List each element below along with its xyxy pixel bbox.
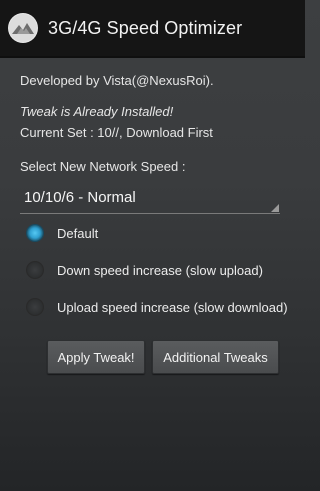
network-speed-prompt: Select New Network Speed :	[20, 159, 186, 174]
apply-tweak-button[interactable]: Apply Tweak!	[47, 340, 145, 374]
radio-label: Down speed increase (slow upload)	[57, 262, 263, 278]
install-status-text: Tweak is Already Installed!	[20, 104, 174, 119]
app-title: 3G/4G Speed Optimizer	[48, 17, 243, 38]
app-logo-icon[interactable]	[8, 13, 38, 43]
additional-tweaks-button[interactable]: Additional Tweaks	[152, 340, 279, 374]
action-bar: 3G/4G Speed Optimizer	[0, 0, 305, 58]
dropdown-selected-value: 10/10/6 - Normal	[24, 189, 136, 206]
radio-label: Upload speed increase (slow download)	[57, 299, 288, 315]
radio-option-upload-speed[interactable]: Upload speed increase (slow download)	[26, 298, 288, 316]
radio-label: Default	[57, 225, 99, 241]
radio-option-default[interactable]: Default	[26, 224, 98, 242]
dropdown-corner-icon	[271, 204, 279, 212]
radio-option-down-speed[interactable]: Down speed increase (slow upload)	[26, 261, 263, 279]
radio-unchecked-icon[interactable]	[26, 261, 44, 279]
radio-unchecked-icon[interactable]	[26, 298, 44, 316]
developer-text: Developed by Vista(@NexusRoi).	[20, 73, 214, 88]
current-set-text: Current Set : 10//, Download First	[20, 125, 213, 140]
radio-checked-icon[interactable]	[26, 224, 44, 242]
network-speed-dropdown[interactable]: 10/10/6 - Normal	[20, 186, 280, 214]
